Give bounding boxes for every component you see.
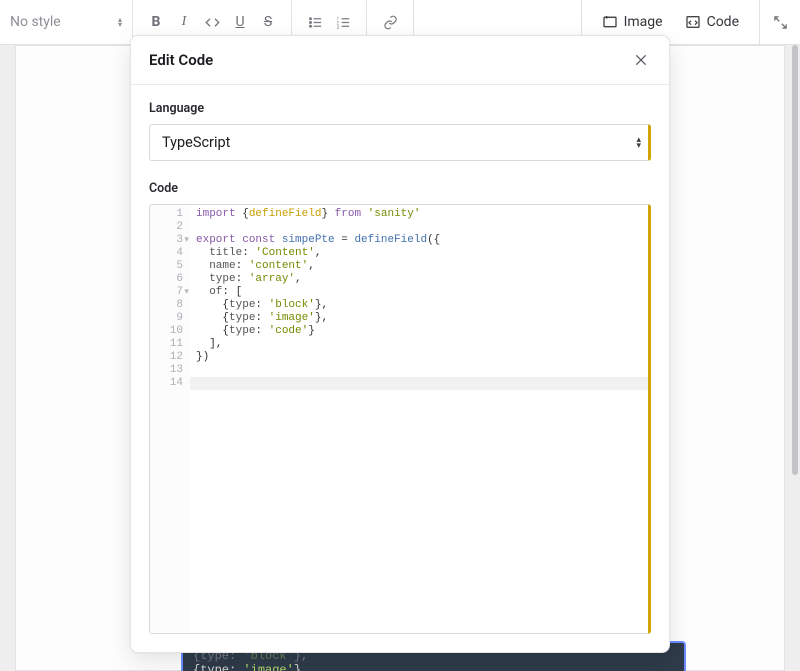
language-select[interactable]: TypeScript bbox=[149, 124, 651, 161]
language-label: Language bbox=[149, 101, 651, 116]
image-icon bbox=[602, 14, 618, 30]
style-select-label: No style bbox=[10, 14, 61, 30]
style-select-section: No style ▴▾ bbox=[0, 0, 133, 44]
gutter: 1234567891011121314 bbox=[150, 205, 190, 633]
style-select[interactable]: No style ▴▾ bbox=[10, 14, 122, 30]
code-label: Code bbox=[149, 181, 651, 196]
scrollbar-thumb[interactable] bbox=[792, 45, 798, 475]
code-editor[interactable]: 1234567891011121314 import {defineField}… bbox=[149, 204, 651, 634]
close-button[interactable] bbox=[631, 50, 651, 70]
dialog-header: Edit Code bbox=[131, 36, 669, 85]
code-block-icon bbox=[685, 14, 701, 30]
code-area[interactable]: import {defineField} from 'sanity' expor… bbox=[190, 205, 648, 633]
caret-updown-icon: ▴▾ bbox=[636, 137, 641, 149]
collapse-button[interactable] bbox=[760, 0, 800, 44]
insert-image-label: Image bbox=[624, 14, 663, 30]
insert-code-label: Code bbox=[707, 14, 739, 30]
language-select-value: TypeScript bbox=[162, 134, 230, 151]
language-select-wrap: TypeScript ▴▾ bbox=[149, 124, 651, 161]
insert-code-button[interactable]: Code bbox=[675, 0, 749, 45]
caret-updown-icon: ▴▾ bbox=[118, 17, 122, 27]
svg-text:3: 3 bbox=[336, 25, 339, 29]
dialog-title: Edit Code bbox=[149, 51, 213, 69]
edit-code-dialog: Edit Code Language TypeScript ▴▾ Code 12… bbox=[130, 35, 670, 653]
dialog-body: Language TypeScript ▴▾ Code 123456789101… bbox=[131, 85, 669, 652]
